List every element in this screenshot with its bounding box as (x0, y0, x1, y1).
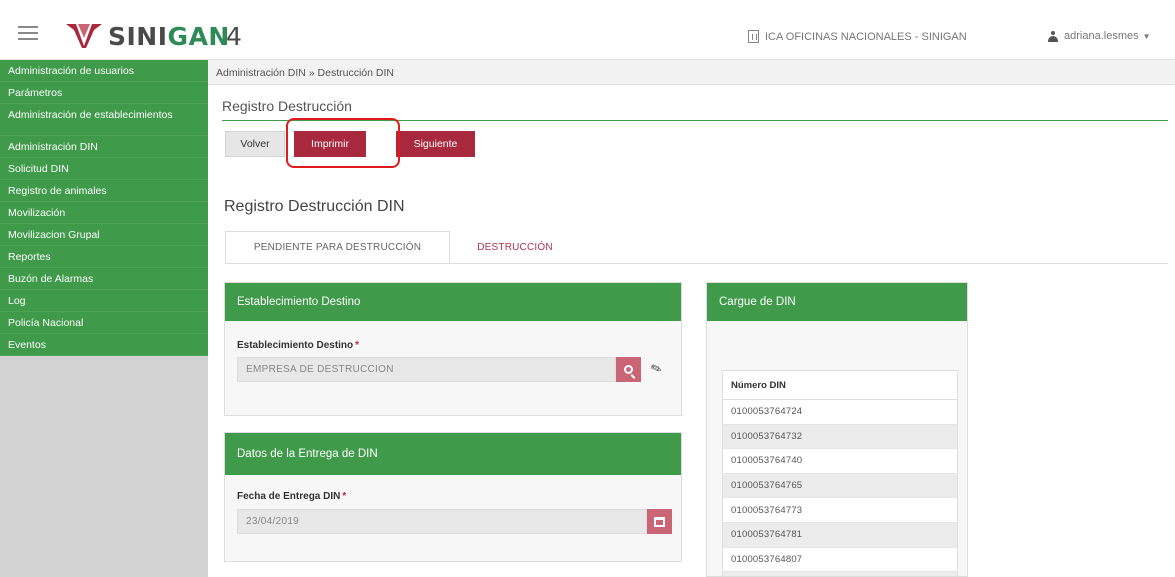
brand-prefix: SINI (108, 22, 168, 51)
brand-name: SINIGAN (108, 22, 230, 51)
destino-panel: Establecimiento Destino Establecimiento … (224, 282, 682, 416)
sidebar-item-log[interactable]: Log (0, 290, 208, 312)
user-menu[interactable]: adriana.lesmes ▼ (1048, 30, 1151, 42)
entrega-panel: Datos de la Entrega de DIN Fecha de Entr… (224, 432, 682, 562)
table-row[interactable]: 0100053829604 (722, 571, 958, 576)
menu-icon[interactable] (18, 26, 38, 40)
main-content: Administración DIN » Destrucción DIN Reg… (208, 60, 1175, 577)
sidebar-item-solicitud-din[interactable]: Solicitud DIN (0, 158, 208, 180)
table-row[interactable]: 0100053764773 (722, 497, 958, 523)
page-heading: Registro Destrucción DIN (224, 198, 405, 215)
sidebar-item-reportes[interactable]: Reportes (0, 246, 208, 268)
tab-pendiente-destruccion[interactable]: PENDIENTE PARA DESTRUCCIÓN (225, 231, 450, 264)
table-row[interactable]: 0100053764724 (722, 399, 958, 425)
top-bar: SINIGAN 4 ICA OFICINAS NACIONALES - SINI… (0, 0, 1175, 60)
sidebar-item-movilizacion-grupal[interactable]: Movilizacion Grupal (0, 224, 208, 246)
entrega-panel-header: Datos de la Entrega de DIN (225, 433, 681, 475)
din-number: 0100053764807 (722, 547, 958, 573)
print-button[interactable]: Imprimir (294, 131, 366, 157)
fecha-entrega-input[interactable]: 23/04/2019 (237, 509, 647, 534)
section-title: Registro Destrucción (222, 98, 352, 114)
sidebar-item-policia-nacional[interactable]: Policía Nacional (0, 312, 208, 334)
chevron-down-icon: ▼ (1142, 31, 1151, 41)
column-header-numero-din: Número DIN (722, 370, 958, 400)
user-name: adriana.lesmes (1064, 30, 1139, 42)
user-icon (1048, 30, 1058, 42)
next-button[interactable]: Siguiente (396, 131, 475, 157)
sidebar-item-eventos[interactable]: Eventos (0, 334, 208, 356)
din-number: 0100053764781 (722, 522, 958, 548)
destino-panel-header: Establecimiento Destino (225, 283, 681, 321)
sidebar-item-buzon-alarmas[interactable]: Buzón de Alarmas (0, 268, 208, 290)
table-row[interactable]: 0100053764740 (722, 448, 958, 474)
din-number: 0100053764724 (722, 399, 958, 425)
sidebar-item-movilizacion[interactable]: Movilización (0, 202, 208, 224)
table-row[interactable]: 0100053764781 (722, 522, 958, 548)
sidebar-item-parametros[interactable]: Parámetros (0, 82, 208, 104)
organization-label: ICA OFICINAS NACIONALES - SINIGAN (765, 30, 967, 43)
din-number: 0100053829604 (722, 571, 958, 576)
breadcrumb: Administración DIN » Destrucción DIN (208, 60, 1175, 85)
din-number: 0100053764740 (722, 448, 958, 474)
back-button[interactable]: Volver (225, 131, 285, 157)
din-number: 0100053764765 (722, 473, 958, 499)
section-divider (222, 120, 1168, 121)
sidebar-item-establecimientos[interactable]: Administración de establecimientos (0, 104, 208, 136)
calendar-icon (654, 516, 665, 527)
building-icon (748, 30, 759, 43)
sidebar: Administración de usuarios Parámetros Ad… (0, 60, 208, 577)
cargue-panel-title: Cargue de DIN (719, 296, 796, 308)
eraser-icon[interactable]: ✎ (649, 360, 665, 379)
entrega-label-text: Fecha de Entrega DIN (237, 491, 341, 502)
table-header-row: Número DIN (722, 370, 958, 400)
table-row[interactable]: 0100053764807 (722, 547, 958, 573)
din-number: 0100053764732 (722, 424, 958, 450)
table-row[interactable]: 0100053764765 (722, 473, 958, 499)
tab-destruccion[interactable]: DESTRUCCIÓN (460, 231, 570, 264)
search-icon (624, 365, 633, 374)
destino-field-label: Establecimiento Destino * (237, 340, 359, 351)
cargue-panel-header: Cargue de DIN (707, 283, 967, 321)
required-mark: * (355, 340, 360, 351)
table-row[interactable]: 0100053764732 (722, 424, 958, 450)
din-table: Número DIN 0100053764724 0100053764732 0… (722, 370, 958, 576)
sidebar-item-administracion-din[interactable]: Administración DIN (0, 136, 208, 158)
din-number: 0100053764773 (722, 497, 958, 523)
entrega-field-label: Fecha de Entrega DIN * (237, 491, 346, 502)
brand-accent: GAN (167, 22, 230, 51)
organization: ICA OFICINAS NACIONALES - SINIGAN (748, 30, 967, 43)
destino-panel-title: Establecimiento Destino (237, 296, 361, 308)
search-button[interactable] (616, 357, 641, 382)
tabs-divider (225, 263, 1168, 264)
required-mark: * (342, 491, 347, 502)
destino-input[interactable]: EMPRESA DE DESTRUCCION (237, 357, 616, 382)
sinigan-logo (66, 24, 102, 48)
sidebar-menu: Administración de usuarios Parámetros Ad… (0, 60, 208, 356)
cargue-panel: Cargue de DIN Número DIN 0100053764724 0… (706, 282, 968, 577)
brand-version: 4 (226, 22, 242, 51)
sidebar-item-registro-animales[interactable]: Registro de animales (0, 180, 208, 202)
sidebar-item-usuarios[interactable]: Administración de usuarios (0, 60, 208, 82)
destino-label-text: Establecimiento Destino (237, 340, 354, 351)
calendar-button[interactable] (647, 509, 672, 534)
entrega-panel-title: Datos de la Entrega de DIN (237, 448, 378, 460)
